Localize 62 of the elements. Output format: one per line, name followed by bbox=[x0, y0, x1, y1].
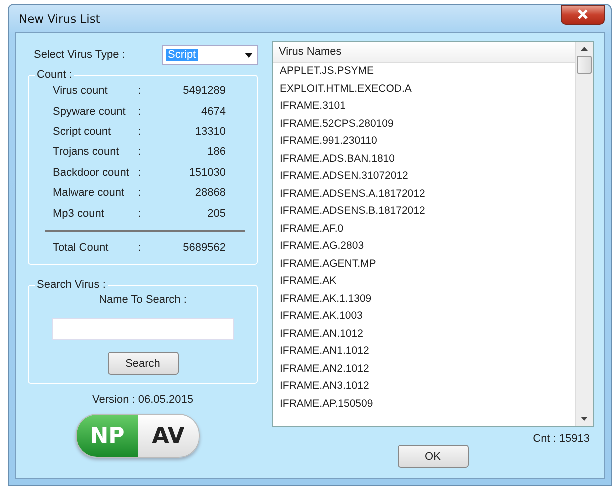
group-title: Count : bbox=[36, 69, 74, 81]
list-item[interactable]: APPLET.JS.PSYME bbox=[273, 63, 575, 80]
logo: NP AV bbox=[76, 414, 200, 458]
list-item[interactable]: IFRAME.52CPS.280109 bbox=[273, 116, 575, 133]
separator: : bbox=[138, 106, 142, 118]
field-label: Select Virus Type : bbox=[34, 49, 126, 61]
list-item[interactable]: IFRAME.AP.150509 bbox=[273, 396, 575, 413]
close-icon bbox=[577, 9, 589, 20]
window-title: New Virus List bbox=[18, 12, 100, 26]
count-label: Spyware count bbox=[53, 106, 127, 118]
separator: : bbox=[138, 85, 142, 98]
list-item[interactable]: IFRAME.3101 bbox=[273, 98, 575, 116]
scrollbar-thumb[interactable] bbox=[577, 56, 592, 74]
list-count: Cnt : 15913 bbox=[533, 433, 590, 445]
total-label: Total Count bbox=[53, 242, 110, 254]
field-label: Name To Search : bbox=[99, 294, 187, 306]
count-label: Backdoor count bbox=[53, 166, 130, 179]
list-item[interactable]: IFRAME.AK.1.1309 bbox=[273, 290, 575, 308]
separator: : bbox=[138, 242, 142, 254]
separator: : bbox=[138, 146, 142, 158]
count-value: 13310 bbox=[194, 126, 226, 138]
list-item[interactable]: IFRAME.AG.2803 bbox=[273, 238, 575, 256]
count-label: Script count bbox=[53, 126, 112, 138]
list-item[interactable]: IFRAME.ADSENS.A.18172012 bbox=[273, 186, 575, 203]
caret-icon bbox=[245, 52, 253, 58]
list-item[interactable]: IFRAME.AN3.1012 bbox=[273, 378, 575, 396]
separator: : bbox=[138, 166, 142, 179]
separator: : bbox=[138, 208, 142, 220]
group-title: Search Virus : bbox=[36, 279, 107, 292]
count-value: 186 bbox=[206, 146, 226, 158]
count-label: Mp3 count bbox=[53, 208, 106, 220]
search-field[interactable] bbox=[52, 318, 234, 340]
version-text: Version : 06.05.2015 bbox=[92, 394, 194, 406]
count-label: Malware count bbox=[53, 187, 126, 200]
list-item[interactable]: IFRAME.AK bbox=[273, 273, 575, 290]
list-item[interactable]: IFRAME.AF.0 bbox=[273, 220, 575, 238]
down-arrow-icon[interactable] bbox=[581, 417, 588, 421]
list-item[interactable]: IFRAME.ADS.BAN.1810 bbox=[273, 150, 575, 168]
close-button[interactable] bbox=[561, 4, 605, 24]
list-item[interactable]: IFRAME.AN.1012 bbox=[273, 326, 575, 343]
list-item[interactable]: IFRAME.AK.1003 bbox=[273, 308, 575, 326]
ok-button[interactable]: OK bbox=[398, 445, 468, 468]
list-item[interactable]: IFRAME.AGENT.MP bbox=[273, 256, 575, 273]
list-item[interactable]: IFRAME.AN1.1012 bbox=[273, 343, 575, 360]
count-value: 4674 bbox=[200, 106, 226, 118]
search-button[interactable]: Search bbox=[108, 352, 178, 376]
list-item[interactable]: IFRAME.991.230110 bbox=[273, 133, 575, 150]
separator: : bbox=[138, 126, 142, 138]
up-arrow-icon[interactable] bbox=[581, 47, 588, 51]
list-item[interactable]: EXPLOIT.HTML.EXECOD.A bbox=[273, 80, 575, 98]
count-label: Virus count bbox=[53, 85, 109, 98]
count-label: Trojans count bbox=[53, 146, 120, 158]
list-item[interactable]: IFRAME.ADSENS.B.18172012 bbox=[273, 203, 575, 220]
list-item[interactable]: IFRAME.AN2.1012 bbox=[273, 360, 575, 378]
count-value: 28868 bbox=[194, 187, 226, 200]
total-value: 5689562 bbox=[182, 242, 226, 254]
count-value: 151030 bbox=[188, 166, 226, 179]
count-value: 5491289 bbox=[182, 85, 226, 98]
scrollbar[interactable] bbox=[575, 42, 593, 426]
count-value: 205 bbox=[206, 208, 226, 220]
list-item[interactable]: IFRAME.ADSEN.31072012 bbox=[273, 168, 575, 186]
separator: : bbox=[138, 187, 142, 200]
